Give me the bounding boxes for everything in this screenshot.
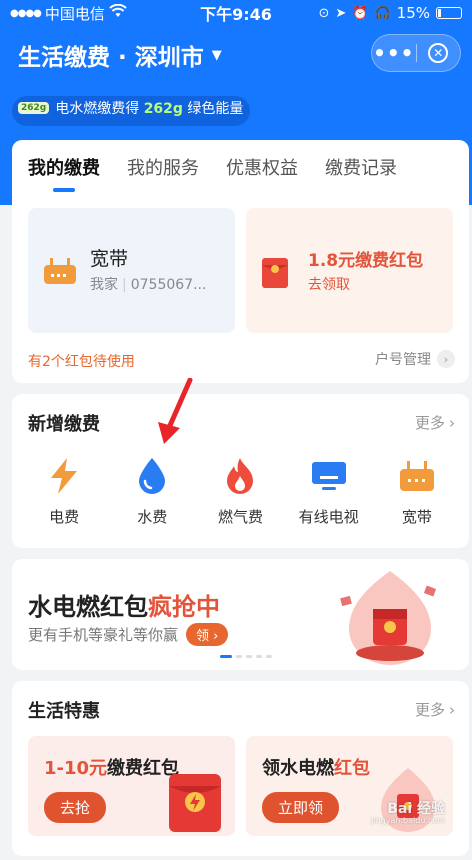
water-drop-icon xyxy=(132,456,172,496)
deal-card-utility-packet[interactable]: 领水电燃红包 立即领 Bai 经验 jingyan.baidu.com xyxy=(246,736,453,836)
account-management-link[interactable]: 户号管理 › xyxy=(375,349,455,369)
grab-button[interactable]: 去抢 xyxy=(44,792,107,823)
service-water[interactable]: 水费 xyxy=(112,456,192,527)
service-grid: 电费 水费 燃气费 有线电视 宽带 xyxy=(12,456,469,527)
status-time: 下午9:46 xyxy=(200,5,272,24)
banner-title-plain: 水电燃红包 xyxy=(28,593,148,621)
broadband-desc: 我家 | 0755067... xyxy=(90,274,206,294)
router-icon xyxy=(397,456,437,496)
green-energy-ticker[interactable]: 262g 电水燃缴费得 262g 绿色能量 xyxy=(12,96,250,126)
promo-banner[interactable]: 水电燃红包疯抢中 更有手机等豪礼等你赢 领 › xyxy=(12,559,469,670)
chevron-right-icon: › xyxy=(437,350,455,368)
energy-badge: 262g xyxy=(18,102,50,114)
deal-title-red: 1-10元 xyxy=(44,758,108,779)
page-title: 生活缴费 · 深圳市 xyxy=(18,45,204,71)
my-payments-card: 我的缴费 我的服务 优惠权益 缴费记录 宽带 我家 | 0755067... 1.8… xyxy=(12,140,469,383)
pager-dot xyxy=(236,655,242,658)
account-management-label: 户号管理 xyxy=(375,352,431,368)
broadband-account-card[interactable]: 宽带 我家 | 0755067... xyxy=(28,208,235,333)
deal-card-red-packet[interactable]: 1-10元缴费红包 去抢 xyxy=(28,736,235,836)
tab-my-services[interactable]: 我的服务 xyxy=(127,154,199,180)
new-payment-card: 新增缴费 更多 › 电费 水费 燃气费 有线电视 宽带 xyxy=(12,394,469,548)
service-label: 水费 xyxy=(137,508,168,526)
tab-bar: 我的缴费 我的服务 优惠权益 缴费记录 xyxy=(28,154,397,180)
banner-title-hot: 疯抢中 xyxy=(148,593,220,621)
red-packet-title: 1.8元缴费红包 xyxy=(308,251,424,271)
status-bar: ●●●● 中国电信 下午9:46 ⊙ ➤ ⏰ 🎧 15% xyxy=(0,0,472,26)
caret-down-icon: ▼ xyxy=(211,47,222,63)
pager-dot xyxy=(246,655,252,658)
banner-title: 水电燃红包疯抢中 xyxy=(28,587,220,622)
deal-title: 1-10元缴费红包 xyxy=(44,754,179,780)
separator: | xyxy=(122,277,127,293)
pager-dot xyxy=(266,655,272,658)
flame-icon xyxy=(220,456,260,496)
chevron-right-icon: › xyxy=(449,700,455,719)
title-bar: 生活缴费 · 深圳市 ▼ ••• ✕ xyxy=(0,34,472,74)
pager-dot xyxy=(256,655,262,658)
router-icon xyxy=(44,258,76,288)
pager-dot xyxy=(220,655,232,658)
banner-subtitle: 更有手机等豪礼等你赢 xyxy=(28,626,179,644)
service-electricity[interactable]: 电费 xyxy=(24,456,104,527)
ticker-prefix: 电水燃缴费得 xyxy=(55,101,144,117)
close-button[interactable]: ✕ xyxy=(416,43,460,63)
tab-payment-records[interactable]: 缴费记录 xyxy=(325,154,397,180)
miniapp-capsule: ••• ✕ xyxy=(371,34,461,72)
deal-title: 领水电燃红包 xyxy=(262,754,370,780)
more-label: 更多 xyxy=(414,701,445,719)
watermark-main: Bai 经验 xyxy=(387,800,445,817)
new-payment-more[interactable]: 更多 › xyxy=(415,412,455,433)
ticker-row: 262g 电水燃缴费得 262g 绿色能量 xyxy=(12,96,250,120)
baidu-watermark: Bai 经验 jingyan.baidu.com xyxy=(371,800,445,826)
claim-now-button[interactable]: 立即领 xyxy=(262,792,340,823)
service-label: 有线电视 xyxy=(298,508,359,526)
service-gas[interactable]: 燃气费 xyxy=(200,456,280,527)
banner-subtitle-row: 更有手机等豪礼等你赢 领 › xyxy=(28,623,229,646)
banner-claim-button[interactable]: 领 › xyxy=(186,623,229,646)
tv-icon xyxy=(309,456,349,496)
service-label: 燃气费 xyxy=(217,508,263,526)
red-packet-icon xyxy=(262,258,288,292)
broadband-title: 宽带 xyxy=(90,248,129,270)
service-label: 宽带 xyxy=(401,508,432,526)
ticker-next-row xyxy=(12,120,250,126)
close-icon: ✕ xyxy=(428,43,449,63)
red-packet-action: 去领取 xyxy=(308,277,350,293)
banner-claim-label: 领 xyxy=(196,629,210,644)
account-owner: 我家 xyxy=(90,277,118,293)
account-number: 0755067... xyxy=(130,277,207,293)
gift-peach-illustration xyxy=(335,567,445,670)
new-payment-title: 新增缴费 xyxy=(28,414,100,435)
battery-icon xyxy=(436,7,462,19)
city-selector[interactable]: 生活缴费 · 深圳市 ▼ xyxy=(18,38,222,72)
more-menu-button[interactable]: ••• xyxy=(372,41,416,65)
life-deals-card: 生活特惠 更多 › 1-10元缴费红包 去抢 领水电燃红包 立即领 Bai 经验 j… xyxy=(12,681,469,856)
banner-pager xyxy=(220,655,272,658)
watermark-sub: jingyan.baidu.com xyxy=(371,816,445,826)
life-deals-title: 生活特惠 xyxy=(28,701,100,722)
annotation-arrow-icon xyxy=(150,377,196,452)
tab-benefits[interactable]: 优惠权益 xyxy=(226,154,298,180)
red-envelope-icon xyxy=(165,766,225,836)
life-deals-more[interactable]: 更多 › xyxy=(415,699,455,720)
ticker-suffix: 绿色能量 xyxy=(182,101,244,117)
ticker-text: 电水燃缴费得 262g 绿色能量 xyxy=(55,98,243,118)
deal-title-plain: 领水电燃 xyxy=(262,758,334,779)
pending-red-packets[interactable]: 有2个红包待使用 xyxy=(28,351,135,371)
more-label: 更多 xyxy=(414,414,445,432)
service-cable-tv[interactable]: 有线电视 xyxy=(289,456,369,527)
chevron-right-icon: › xyxy=(449,413,455,432)
ticker-highlight: 262g xyxy=(143,101,183,117)
service-label: 电费 xyxy=(49,508,80,526)
tab-my-payments[interactable]: 我的缴费 xyxy=(28,154,100,180)
deal-title-red: 红包 xyxy=(334,758,370,779)
red-packet-card[interactable]: 1.8元缴费红包 去领取 xyxy=(246,208,453,333)
lightning-icon xyxy=(44,456,84,496)
service-broadband[interactable]: 宽带 xyxy=(377,456,457,527)
